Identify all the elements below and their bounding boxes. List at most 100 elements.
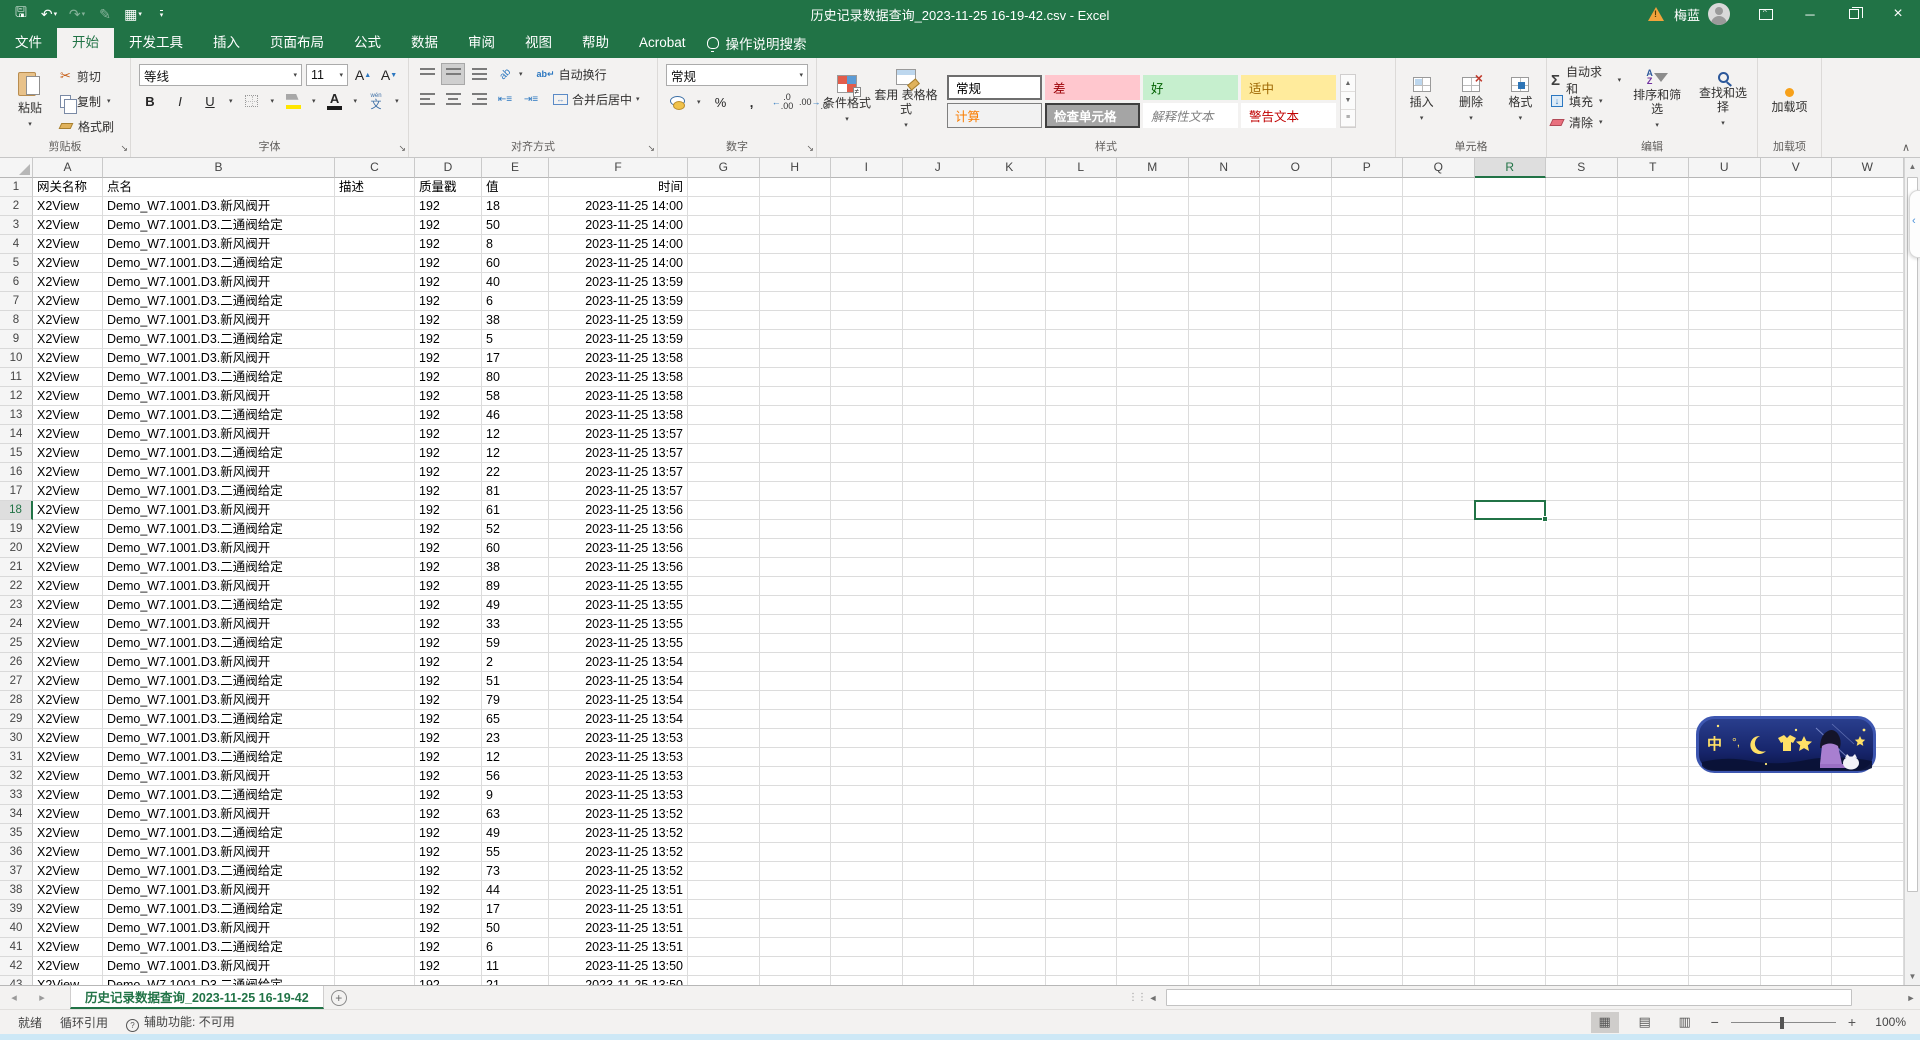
cell-M35[interactable] — [1117, 824, 1189, 843]
cell-M25[interactable] — [1117, 634, 1189, 653]
row-header-36[interactable]: 36 — [0, 843, 33, 862]
cell-G25[interactable] — [688, 634, 760, 653]
cell-K18[interactable] — [974, 501, 1046, 520]
cell-style-normal[interactable]: 常规 — [947, 75, 1042, 100]
cell-S37[interactable] — [1546, 862, 1618, 881]
cell-B7[interactable]: Demo_W7.1001.D3.二通阀给定 — [103, 292, 335, 311]
find-select-button[interactable]: 查找和选择▾ — [1693, 72, 1753, 131]
cell-H21[interactable] — [760, 558, 832, 577]
cell-Q13[interactable] — [1403, 406, 1475, 425]
cell-D13[interactable]: 192 — [415, 406, 482, 425]
cell-A24[interactable]: X2View — [33, 615, 103, 634]
cell-T9[interactable] — [1618, 330, 1690, 349]
cell-E21[interactable]: 38 — [482, 558, 549, 577]
zoom-slider-handle[interactable] — [1780, 1017, 1784, 1029]
cell-U11[interactable] — [1689, 368, 1761, 387]
cell-S19[interactable] — [1546, 520, 1618, 539]
cell-T21[interactable] — [1618, 558, 1690, 577]
cell-S20[interactable] — [1546, 539, 1618, 558]
cell-V13[interactable] — [1761, 406, 1833, 425]
cell-P28[interactable] — [1332, 691, 1404, 710]
cell-G22[interactable] — [688, 577, 760, 596]
cell-E39[interactable]: 17 — [482, 900, 549, 919]
cell-D8[interactable]: 192 — [415, 311, 482, 330]
cell-I32[interactable] — [831, 767, 903, 786]
cell-H42[interactable] — [760, 957, 832, 976]
cell-N15[interactable] — [1189, 444, 1261, 463]
cell-I7[interactable] — [831, 292, 903, 311]
cell-K32[interactable] — [974, 767, 1046, 786]
cell-M33[interactable] — [1117, 786, 1189, 805]
cell-B28[interactable]: Demo_W7.1001.D3.新风阀开 — [103, 691, 335, 710]
cell-L28[interactable] — [1046, 691, 1118, 710]
cell-L3[interactable] — [1046, 216, 1118, 235]
cell-D15[interactable]: 192 — [415, 444, 482, 463]
row-header-22[interactable]: 22 — [0, 577, 33, 596]
cell-O35[interactable] — [1260, 824, 1332, 843]
cell-M10[interactable] — [1117, 349, 1189, 368]
cell-Q40[interactable] — [1403, 919, 1475, 938]
column-header-L[interactable]: L — [1046, 158, 1118, 178]
cell-K33[interactable] — [974, 786, 1046, 805]
cell-B2[interactable]: Demo_W7.1001.D3.新风阀开 — [103, 197, 335, 216]
cell-D41[interactable]: 192 — [415, 938, 482, 957]
row-header-21[interactable]: 21 — [0, 558, 33, 577]
cell-E28[interactable]: 79 — [482, 691, 549, 710]
cell-A39[interactable]: X2View — [33, 900, 103, 919]
cell-V20[interactable] — [1761, 539, 1833, 558]
column-header-C[interactable]: C — [335, 158, 415, 178]
cell-P32[interactable] — [1332, 767, 1404, 786]
cell-O3[interactable] — [1260, 216, 1332, 235]
cell-I12[interactable] — [831, 387, 903, 406]
cell-W36[interactable] — [1832, 843, 1904, 862]
format-as-table-button[interactable]: 套用 表格格式▾ — [873, 69, 939, 133]
cell-Q24[interactable] — [1403, 615, 1475, 634]
horizontal-scroll-thumb[interactable] — [1166, 989, 1852, 1006]
cell-L30[interactable] — [1046, 729, 1118, 748]
cell-Q10[interactable] — [1403, 349, 1475, 368]
cell-C43[interactable] — [335, 976, 415, 985]
cell-O17[interactable] — [1260, 482, 1332, 501]
cell-G14[interactable] — [688, 425, 760, 444]
cell-D35[interactable]: 192 — [415, 824, 482, 843]
cell-U7[interactable] — [1689, 292, 1761, 311]
cell-W17[interactable] — [1832, 482, 1904, 501]
cell-P33[interactable] — [1332, 786, 1404, 805]
cell-W39[interactable] — [1832, 900, 1904, 919]
cell-O2[interactable] — [1260, 197, 1332, 216]
cell-M6[interactable] — [1117, 273, 1189, 292]
cell-A25[interactable]: X2View — [33, 634, 103, 653]
cell-H8[interactable] — [760, 311, 832, 330]
cell-B35[interactable]: Demo_W7.1001.D3.二通阀给定 — [103, 824, 335, 843]
cell-L20[interactable] — [1046, 539, 1118, 558]
column-header-D[interactable]: D — [415, 158, 482, 178]
cell-T4[interactable] — [1618, 235, 1690, 254]
row-header-8[interactable]: 8 — [0, 311, 33, 330]
clear-button[interactable]: 清除▾ — [1551, 113, 1621, 131]
tell-me-search[interactable]: 操作说明搜索 — [707, 28, 807, 58]
cell-V5[interactable] — [1761, 254, 1833, 273]
cell-V15[interactable] — [1761, 444, 1833, 463]
cell-Q34[interactable] — [1403, 805, 1475, 824]
cell-F26[interactable]: 2023-11-25 13:54 — [549, 653, 688, 672]
cell-H25[interactable] — [760, 634, 832, 653]
cell-Q11[interactable] — [1403, 368, 1475, 387]
cell-T33[interactable] — [1618, 786, 1690, 805]
cell-N1[interactable] — [1189, 178, 1261, 197]
cell-L17[interactable] — [1046, 482, 1118, 501]
cell-S31[interactable] — [1546, 748, 1618, 767]
cell-E2[interactable]: 18 — [482, 197, 549, 216]
cell-J27[interactable] — [903, 672, 975, 691]
cell-P7[interactable] — [1332, 292, 1404, 311]
cell-W35[interactable] — [1832, 824, 1904, 843]
cell-J36[interactable] — [903, 843, 975, 862]
cell-J32[interactable] — [903, 767, 975, 786]
cell-Q41[interactable] — [1403, 938, 1475, 957]
cell-H34[interactable] — [760, 805, 832, 824]
selected-cell-outline[interactable] — [1474, 500, 1547, 520]
cell-L13[interactable] — [1046, 406, 1118, 425]
cell-Q6[interactable] — [1403, 273, 1475, 292]
cell-F6[interactable]: 2023-11-25 13:59 — [549, 273, 688, 292]
cell-C12[interactable] — [335, 387, 415, 406]
align-middle-button[interactable] — [441, 63, 465, 85]
